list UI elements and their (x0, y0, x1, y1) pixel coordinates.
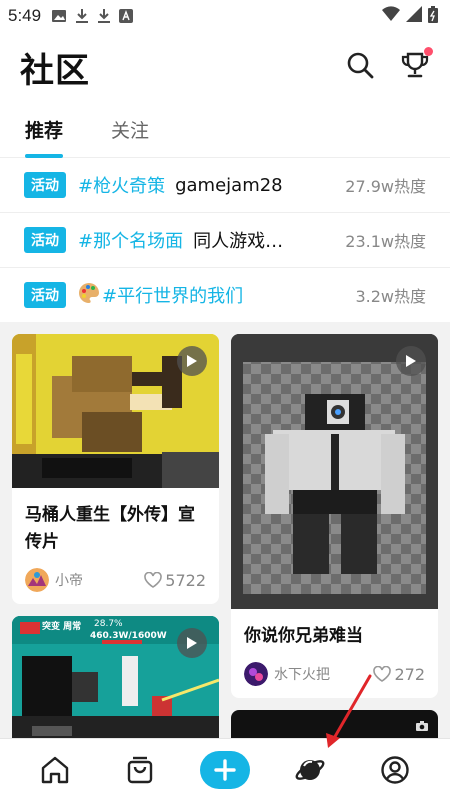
avatar[interactable] (25, 568, 49, 592)
post-feed: 马桶人重生【外传】宣传片 小帝 5722 你说你兄弟难当 水下火把 272 突变… (0, 322, 450, 738)
game-overlay-hp-value: 460.3W/1600W (90, 631, 167, 641)
page-title: 社区 (20, 50, 90, 91)
avatar[interactable] (244, 662, 268, 686)
topic-desc: gamejam28 (175, 174, 283, 196)
planet-icon (295, 759, 325, 780)
like-count-value: 272 (394, 664, 425, 684)
tab-following[interactable]: 关注 (111, 106, 149, 157)
post-card[interactable]: 突变 周常 28.7% 460.3W/1600W (12, 616, 219, 738)
play-icon[interactable] (177, 628, 207, 658)
post-thumbnail (231, 334, 438, 609)
post-meta: 小帝 5722 (12, 568, 219, 592)
game-overlay-hp: 28.7% (94, 619, 123, 629)
heart-icon (373, 666, 392, 682)
post-title: 你说你兄弟难当 (244, 626, 363, 646)
app-header: 社区 (0, 36, 450, 98)
topic-row[interactable]: 活动 #那个名场面 同人游戏… 23.1w热度 (0, 213, 450, 268)
topic-badge: 活动 (24, 172, 66, 198)
home-icon (41, 756, 68, 783)
play-icon[interactable] (177, 346, 207, 376)
post-card[interactable]: 马桶人重生【外传】宣传片 小帝 5722 (12, 334, 219, 604)
post-card[interactable] (231, 710, 438, 738)
heart-icon (144, 572, 163, 588)
shopping-bag-icon (127, 756, 152, 783)
image-notification-icon (51, 8, 67, 24)
nav-community[interactable] (280, 745, 340, 795)
topic-heat: 3.2w热度 (355, 287, 426, 306)
create-post-button[interactable] (199, 750, 250, 789)
bottom-nav (0, 738, 450, 800)
topic-row[interactable]: 活动 #枪火奇策 gamejam28 27.9w热度 (0, 158, 450, 213)
nav-store[interactable] (110, 745, 170, 795)
post-title: 马桶人重生【外传】宣传片 (25, 505, 195, 552)
topic-desc: 同人游戏… (193, 231, 284, 252)
like-count[interactable]: 5722 (144, 571, 206, 590)
camera-icon (416, 716, 428, 735)
signal-icon (406, 6, 422, 26)
like-count-value: 5722 (165, 570, 206, 590)
topic-tag: #那个名场面 (78, 231, 184, 252)
feed-tabs: 推荐 关注 (0, 106, 450, 158)
user-profile-icon (381, 755, 410, 784)
post-card[interactable]: 你说你兄弟难当 水下火把 272 (231, 334, 438, 698)
wifi-icon (382, 6, 400, 26)
topic-list: 活动 #枪火奇策 gamejam28 27.9w热度 活动 #那个名场面 同人游… (0, 158, 450, 323)
topic-badge: 活动 (24, 227, 66, 253)
author-name[interactable]: 小帝 (55, 570, 83, 590)
post-thumbnail: 突变 周常 28.7% 460.3W/1600W (12, 616, 219, 738)
topic-tag: #平行世界的我们 (102, 286, 244, 307)
game-overlay-title: 突变 周常 (42, 622, 82, 632)
nav-home[interactable] (25, 745, 85, 795)
palette-icon (78, 282, 100, 308)
battery-icon (428, 5, 438, 27)
download-notification-icon-2 (97, 8, 111, 24)
topic-tag: #枪火奇策 (78, 176, 166, 197)
post-meta: 水下火把 272 (231, 662, 438, 686)
notification-dot (424, 47, 433, 56)
status-time: 5:49 (8, 6, 42, 25)
download-notification-icon (75, 8, 89, 24)
play-icon[interactable] (396, 346, 426, 376)
search-icon[interactable] (346, 51, 374, 83)
topic-row[interactable]: 活动 #平行世界的我们 3.2w热度 (0, 268, 450, 323)
topic-heat: 27.9w热度 (345, 177, 426, 196)
post-thumbnail (12, 334, 219, 488)
trophy-button[interactable] (400, 47, 433, 84)
topic-heat: 23.1w热度 (345, 232, 426, 251)
app-notification-icon (119, 9, 134, 23)
like-count[interactable]: 272 (373, 665, 425, 684)
author-name[interactable]: 水下火把 (274, 664, 330, 684)
nav-profile[interactable] (365, 745, 425, 795)
nav-post[interactable] (195, 745, 255, 795)
status-bar: 5:49 (0, 0, 450, 32)
plus-icon (214, 758, 236, 781)
topic-badge: 活动 (24, 282, 66, 308)
tab-recommended[interactable]: 推荐 (25, 106, 64, 158)
